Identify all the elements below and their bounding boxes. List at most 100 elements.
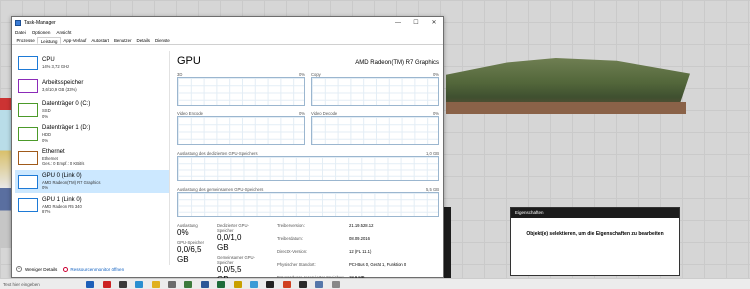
tab-benutzer[interactable]: Benutzer [111,37,134,44]
sidebar-item-name: Datenträger 1 (D:) [42,125,91,132]
taskbar-app-icon[interactable] [118,280,127,288]
graph-percent: 0% [298,72,305,77]
window-title: Task-Manager [24,20,56,26]
disk-1-thumbnail-graph [18,127,38,142]
graph-video-encode[interactable]: Video Encode 0% [177,111,305,145]
fewer-details-link[interactable]: Weniger Details [25,267,57,272]
taskbar-app-icon[interactable] [200,280,209,288]
info-value: 21.19.528.12 [349,223,374,228]
gpu-1-thumbnail-graph [18,198,38,213]
taskbar-app-icon[interactable] [135,280,144,288]
resource-monitor-link[interactable]: Ressourcenmonitor öffnen [70,267,124,272]
graph-label: Video Decode [311,111,338,116]
menu-bar: Datei Optionen Ansicht [12,29,443,37]
sidebar-item-detail: 3,6/10,9 GB (33%) [42,87,77,93]
graph-dedicated-memory: Auslastung des dedizierten GPU-Speichers… [177,151,439,181]
taskbar-app-icon[interactable] [249,280,258,288]
title-bar: Task-Manager — ☐ ✕ [12,17,443,29]
taskbar-app-icon[interactable] [184,280,193,288]
sidebar-item-memory[interactable]: Arbeitsspeicher 3,6/10,9 GB (33%) [15,75,169,98]
sidebar-item-cpu[interactable]: CPU 14% 3,72 GHz [15,51,169,74]
graph-percent: 0% [432,111,439,116]
sidebar-item-value: 0% [42,137,49,143]
sidebar-item-value: Ges.: 0 Empf.: 0 KBit/s [42,161,85,167]
stat-label: Gemeinsamer GPU-Speicher [217,255,255,265]
graph-area [311,77,439,106]
task-manager-window: Task-Manager — ☐ ✕ Datei Optionen Ansich… [11,16,444,284]
gpu-details-panel: GPU AMD Radeon(TM) R7 Graphics 3D 0% Copy… [177,55,439,287]
taskbar-search[interactable]: Text hier eingeben [0,282,72,287]
graph-label: Copy [311,72,321,77]
sidebar-item-name: Datenträger 0 (C:) [42,101,91,108]
graph-video-decode[interactable]: Video Decode 0% [311,111,439,145]
sidebar-item-disk-0[interactable]: Datenträger 0 (C:) SSD 0% [15,99,169,122]
sidebar-item-gpu-1[interactable]: GPU 1 (Link 0) AMD Radeon R5 340 87% [15,194,169,217]
taskbar-app-icon[interactable] [266,280,275,288]
sidebar-item-name: CPU [42,56,55,63]
graph-3d[interactable]: 3D 0% [177,72,305,106]
graph-shared-memory: Auslastung des gemeinsamen GPU-Speichers… [177,187,439,217]
taskbar-app-icon[interactable] [168,280,177,288]
gpu-title: GPU [177,55,201,67]
info-value: 12 (FL 11.1) [349,248,372,254]
sidebar-item-value: 0% [42,113,49,119]
taskbar-app-icon[interactable] [151,280,160,288]
cpu-thumbnail-graph [18,55,38,70]
ethernet-thumbnail-graph [18,150,38,165]
gpu-model: AMD Radeon(TM) R7 Graphics [355,60,439,66]
graph-area [177,116,305,145]
properties-panel: Eigenschaften Objekt(e) selektieren, um … [510,207,680,276]
tab-leistung[interactable]: Leistung [37,37,61,44]
graph-percent: 0% [432,72,439,77]
graph-copy[interactable]: Copy 0% [311,72,439,106]
menu-optionen[interactable]: Optionen [32,29,51,37]
taskbar: Text hier eingeben [0,278,750,289]
stat-label: Dedizierter GPU-Speicher [217,223,249,233]
disk-0-thumbnail-graph [18,103,38,118]
stat-value: 0% [177,228,189,237]
taskbar-app-icon[interactable] [233,280,242,288]
graph-max: 5,5 GB [425,187,439,192]
info-key: Treiberversion: [277,223,305,228]
taskbar-app-icon[interactable] [331,280,340,288]
performance-sidebar: CPU 14% 3,72 GHz Arbeitsspeicher 3,6/10,… [15,51,170,265]
graph-label: Video Encode [177,111,204,116]
graph-label: 3D [177,72,183,77]
sidebar-item-name: GPU 1 (Link 0) [42,196,82,203]
graph-label: Auslastung des gemeinsamen GPU-Speichers [177,187,264,192]
minimize-button[interactable]: — [389,17,407,29]
tab-prozesse[interactable]: Prozesse [14,37,37,44]
taskbar-app-icon[interactable] [86,280,95,288]
sidebar-item-gpu-0[interactable]: GPU 0 (Link 0) AMD Radeon(TM) R7 Graphic… [15,169,169,194]
sidebar-item-name: GPU 0 (Link 0) [42,172,82,179]
taskbar-app-icon[interactable] [282,280,291,288]
menu-ansicht[interactable]: Ansicht [56,29,71,37]
window-footer: ^ Weniger Details Ressourcenmonitor öffn… [16,266,130,272]
info-value: PCI-Bus 0, Gerät 1, Funktion 0 [349,261,407,267]
tab-app-verlauf[interactable]: App-Verlauf [61,37,89,44]
sidebar-item-value: 87% [42,208,51,214]
taskbar-app-icon[interactable] [315,280,324,288]
graph-area [177,77,305,106]
info-key: Physischer Standort: [277,261,316,267]
sidebar-item-disk-1[interactable]: Datenträger 1 (D:) HDD 0% [15,122,169,145]
taskbar-app-icon[interactable] [217,280,226,288]
properties-header: Eigenschaften [511,208,679,218]
graph-area [311,116,439,145]
sidebar-item-detail: AMD Radeon(TM) R7 Graphics [42,179,101,185]
tab-details[interactable]: Details [134,37,152,44]
properties-message: Objekt(e) selektieren, um die Eigenschaf… [526,231,664,237]
tab-autostart[interactable]: Autostart [89,37,112,44]
stat-value: 0,0/6,5 GB [177,245,202,264]
tab-dienste[interactable]: Dienste [152,37,172,44]
gpu-0-thumbnail-graph [18,174,38,189]
close-button[interactable]: ✕ [425,17,443,29]
terrain-base [446,102,686,114]
graph-percent: 0% [298,111,305,116]
sidebar-item-detail: 14% 3,72 GHz [42,63,70,69]
taskbar-app-icon[interactable] [102,280,111,288]
maximize-button[interactable]: ☐ [407,17,425,29]
sidebar-item-ethernet[interactable]: Ethernet Ethernet Ges.: 0 Empf.: 0 KBit/… [15,146,169,169]
menu-datei[interactable]: Datei [15,29,26,37]
taskbar-app-icon[interactable] [299,280,308,288]
